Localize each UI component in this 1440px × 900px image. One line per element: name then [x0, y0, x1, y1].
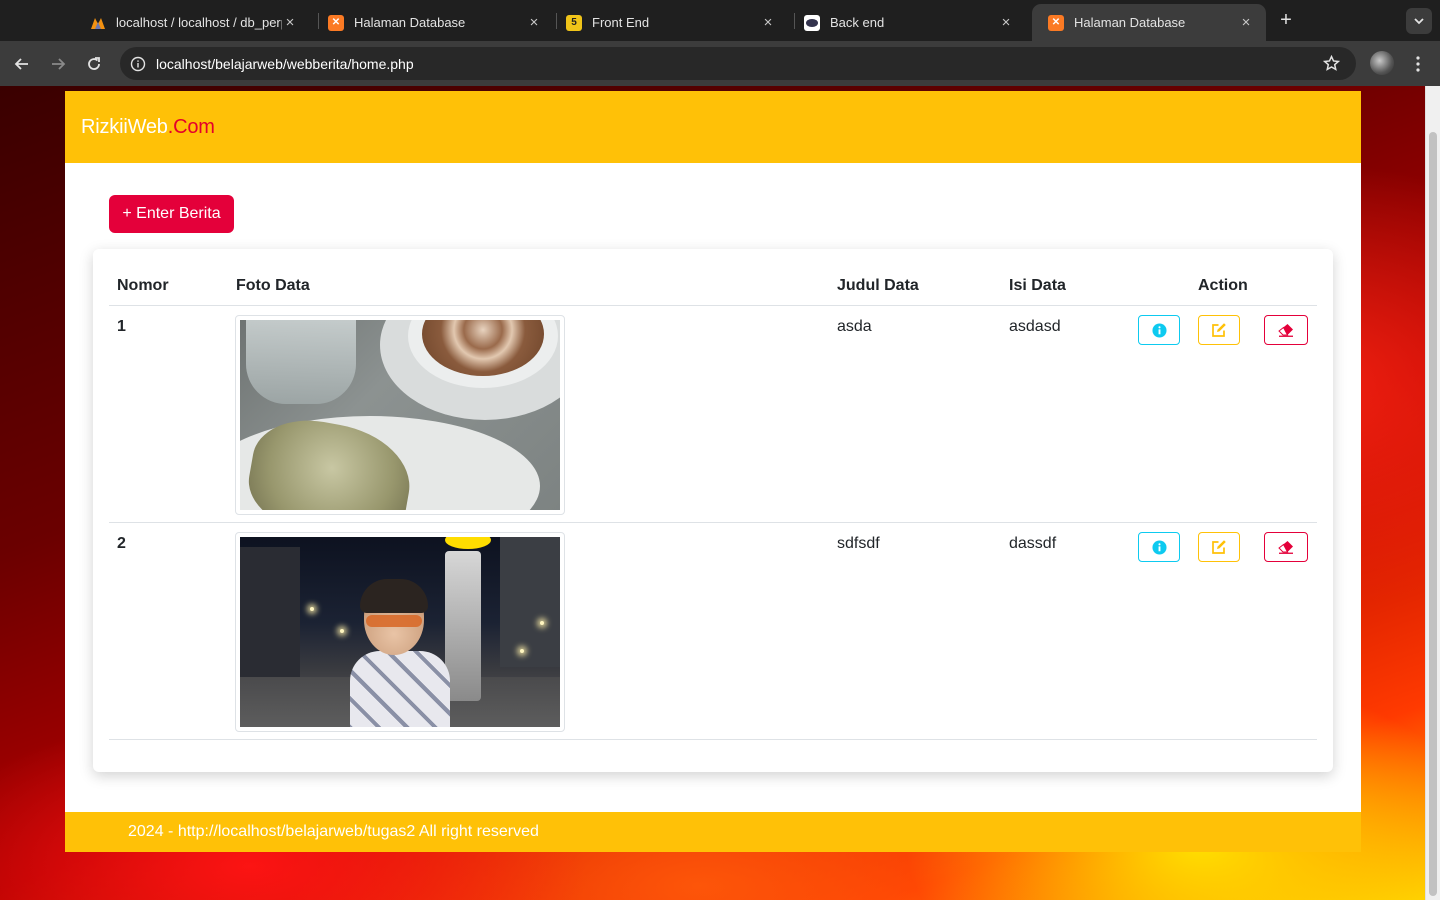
tab-title: Front End — [592, 15, 650, 30]
address-bar[interactable]: localhost/belajarweb/webberita/home.php — [120, 47, 1356, 80]
page-container: RizkiiWeb.Com + Enter Berita Nomor Foto … — [65, 91, 1361, 852]
row-photo-thumbnail — [235, 532, 565, 732]
table-row: 2 sdfsdf dassdf — [109, 523, 1317, 740]
tab-title: Halaman Database — [1074, 15, 1186, 30]
info-circle-icon — [1151, 322, 1167, 338]
row-content: asdasd — [1009, 318, 1061, 335]
chevron-down-icon — [1414, 18, 1424, 25]
delete-button[interactable] — [1264, 532, 1308, 562]
new-tab-button[interactable]: + — [1274, 9, 1298, 33]
edit-icon — [1212, 540, 1226, 554]
close-icon[interactable]: × — [760, 14, 776, 31]
page-viewport: RizkiiWeb.Com + Enter Berita Nomor Foto … — [0, 86, 1440, 900]
coffee-and-pastry-photo — [240, 320, 560, 510]
detail-button[interactable] — [1138, 315, 1180, 345]
tab-title: Back end — [830, 15, 885, 30]
page-scrollbar[interactable] — [1425, 86, 1440, 900]
close-icon[interactable]: × — [282, 14, 298, 31]
eraser-icon — [1278, 541, 1293, 554]
site-info-icon[interactable] — [130, 56, 146, 72]
column-header-judul: Judul Data — [837, 277, 919, 294]
edit-button[interactable] — [1198, 532, 1240, 562]
column-header-isi: Isi Data — [1009, 277, 1066, 294]
eraser-icon — [1278, 324, 1293, 337]
tab-front-end[interactable]: 5 Front End × — [550, 4, 788, 41]
tab-phpmyadmin[interactable]: localhost / localhost / db_perp × — [74, 4, 310, 41]
tab-title: Halaman Database — [354, 15, 466, 30]
site-footer: 2024 - http://localhost/belajarweb/tugas… — [65, 812, 1361, 852]
scrollbar-thumb[interactable] — [1429, 132, 1437, 896]
phpmyadmin-icon — [90, 15, 106, 31]
arrow-right-icon — [52, 58, 66, 70]
tab-halaman-database-active[interactable]: ✕ Halaman Database × — [1032, 4, 1266, 41]
tab-search-button[interactable] — [1406, 8, 1432, 34]
detail-button[interactable] — [1138, 532, 1180, 562]
generic-icon — [804, 14, 820, 31]
night-street-portrait-photo — [240, 537, 560, 727]
brand-name: RizkiiWeb — [81, 115, 168, 138]
bookmark-star-icon[interactable] — [1323, 55, 1340, 72]
data-table-card: Nomor Foto Data Judul Data Isi Data Acti… — [93, 249, 1333, 772]
xampp-icon: ✕ — [328, 14, 344, 31]
column-header-nomor: Nomor — [117, 277, 169, 294]
edit-icon — [1212, 323, 1226, 337]
row-title: asda — [837, 318, 872, 335]
browser-menu-button[interactable] — [1408, 51, 1428, 77]
column-header-action: Action — [1198, 277, 1248, 294]
reload-button[interactable] — [81, 51, 107, 77]
tab-title: localhost / localhost / db_perp — [116, 15, 282, 30]
html5-icon: 5 — [566, 14, 582, 31]
close-icon[interactable]: × — [526, 14, 542, 31]
more-vert-icon — [1416, 56, 1420, 72]
url-text: localhost/belajarweb/webberita/home.php — [156, 55, 414, 72]
footer-text: 2024 - http://localhost/belajarweb/tugas… — [128, 823, 539, 840]
close-icon[interactable]: × — [998, 14, 1014, 31]
tab-halaman-database-1[interactable]: ✕ Halaman Database × — [312, 4, 554, 41]
reload-icon — [88, 57, 100, 70]
row-number: 1 — [117, 318, 126, 335]
site-header: RizkiiWeb.Com — [65, 91, 1361, 163]
table-row: 1 asda asdasd — [109, 306, 1317, 523]
back-button[interactable] — [9, 51, 35, 77]
edit-button[interactable] — [1198, 315, 1240, 345]
add-news-button[interactable]: + Enter Berita — [109, 195, 234, 233]
xampp-icon: ✕ — [1048, 14, 1064, 31]
arrow-left-icon — [14, 58, 28, 70]
browser-toolbar: localhost/belajarweb/webberita/home.php — [0, 41, 1440, 86]
table-header: Nomor Foto Data Judul Data Isi Data Acti… — [109, 271, 1317, 306]
row-content: dassdf — [1009, 535, 1057, 552]
column-header-foto: Foto Data — [236, 277, 310, 294]
close-icon[interactable]: × — [1238, 14, 1254, 31]
forward-button[interactable] — [45, 51, 71, 77]
brand-suffix: .Com — [167, 115, 215, 138]
brand-logo-link[interactable]: RizkiiWeb.Com — [81, 116, 215, 139]
row-number: 2 — [117, 535, 126, 552]
row-title: sdfsdf — [837, 535, 880, 552]
info-circle-icon — [1151, 539, 1167, 555]
tab-back-end[interactable]: Back end × — [788, 4, 1026, 41]
row-photo-thumbnail — [235, 315, 565, 515]
delete-button[interactable] — [1264, 315, 1308, 345]
profile-avatar[interactable] — [1370, 51, 1394, 75]
browser-tab-bar: localhost / localhost / db_perp × ✕ Hala… — [0, 0, 1440, 41]
